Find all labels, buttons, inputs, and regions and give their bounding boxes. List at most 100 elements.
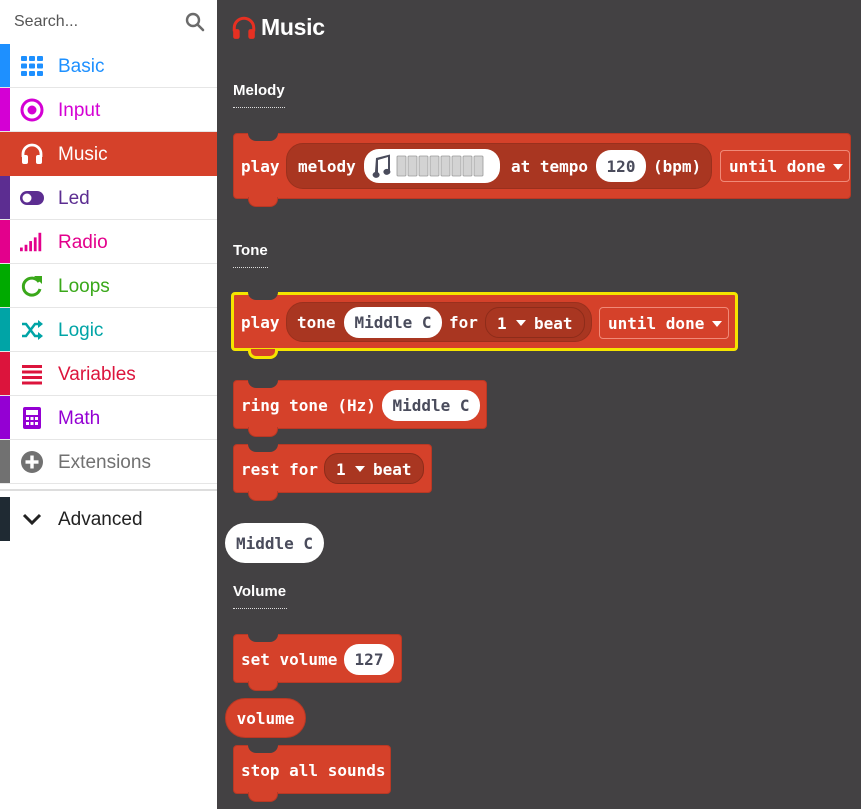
section-label-volume: Volume: [233, 583, 287, 609]
tone-slot: tone Middle C for 1 beat: [286, 302, 592, 342]
melody-mode-dropdown[interactable]: until done: [720, 150, 850, 182]
category-color-stripe: [0, 132, 10, 175]
block-label-bpm: (bpm): [653, 157, 702, 176]
stop-all-sounds-block[interactable]: stop all sounds: [233, 745, 391, 802]
signal-bars-icon: [20, 232, 42, 252]
category-label: Input: [58, 100, 101, 121]
block-notch: [248, 349, 278, 359]
section-label-text: Melody: [233, 82, 285, 99]
category-label: Radio: [58, 232, 108, 253]
category-advanced[interactable]: Advanced: [0, 497, 217, 541]
block-label-rest-for: rest for: [241, 460, 319, 479]
note-reporter-block[interactable]: Middle C: [225, 523, 324, 563]
category-color-stripe: [0, 220, 10, 263]
dropdown-label: until done: [608, 314, 705, 333]
toolbox-divider: [0, 489, 217, 491]
melody-editor-field[interactable]: [364, 149, 500, 183]
category-loops[interactable]: Loops: [0, 264, 217, 308]
category-logic[interactable]: Logic: [0, 308, 217, 352]
dropdown-label: until done: [729, 157, 826, 176]
section-label-tone: Tone: [233, 242, 268, 268]
dropdown-arrow-icon: [712, 321, 722, 327]
dropdown-value: 1: [336, 460, 346, 479]
block-notch: [248, 444, 278, 452]
category-math[interactable]: Math: [0, 396, 217, 440]
melody-editor-icon: [372, 154, 484, 178]
block-label-play: play: [241, 313, 280, 332]
category-extensions[interactable]: Extensions: [0, 440, 217, 484]
block-label-at-tempo: at tempo: [511, 157, 589, 176]
category-color-stripe: [0, 176, 10, 219]
tempo-input[interactable]: 120: [596, 150, 646, 182]
block-label-set-volume: set volume: [241, 650, 338, 669]
plus-circle-icon: [21, 451, 43, 473]
block-notch: [248, 491, 278, 501]
list-lines-icon: [22, 365, 42, 385]
tone-mode-dropdown[interactable]: until done: [599, 307, 729, 339]
section-label-text: Volume: [233, 583, 287, 600]
category-label: Advanced: [58, 509, 143, 530]
category-music[interactable]: Music: [0, 132, 217, 176]
volume-input[interactable]: 127: [344, 644, 394, 675]
category-color-stripe: [0, 264, 10, 307]
dropdown-arrow-icon: [355, 466, 365, 472]
block-label-melody: melody: [298, 157, 356, 176]
play-melody-block[interactable]: play melody at tempo 120 (bpm) until don…: [233, 133, 851, 207]
note-field[interactable]: Middle C: [344, 307, 442, 338]
headphones-icon: [21, 143, 43, 164]
section-underline: [233, 106, 285, 108]
category-color-stripe: [0, 497, 10, 541]
grid-icon: [21, 56, 43, 76]
search-icon[interactable]: [185, 12, 205, 32]
beat-dropdown[interactable]: 1 beat: [485, 307, 585, 338]
category-radio[interactable]: Radio: [0, 220, 217, 264]
headphones-icon: [232, 16, 256, 39]
category-color-stripe: [0, 440, 10, 483]
category-label: Loops: [58, 276, 110, 297]
volume-reporter-block[interactable]: volume: [225, 698, 306, 738]
melody-slot: melody at tempo 120 (bpm): [286, 143, 712, 189]
play-tone-block[interactable]: play tone Middle C for 1 beat until done: [231, 292, 738, 359]
dropdown-label: beat: [373, 460, 412, 479]
dropdown-arrow-icon: [833, 164, 843, 170]
category-label: Math: [58, 408, 101, 429]
block-notch: [248, 792, 278, 802]
category-variables[interactable]: Variables: [0, 352, 217, 396]
flyout-title: Music: [261, 14, 325, 40]
category-color-stripe: [0, 44, 10, 87]
search-box: [0, 0, 217, 44]
rest-for-block[interactable]: rest for 1 beat: [233, 444, 432, 501]
radio-target-icon: [20, 98, 44, 122]
dropdown-label: beat: [534, 314, 573, 333]
block-notch: [248, 681, 278, 691]
category-basic[interactable]: Basic: [0, 44, 217, 88]
section-label-melody: Melody: [233, 82, 285, 108]
ring-tone-block[interactable]: ring tone (Hz) Middle C: [233, 380, 487, 437]
category-input[interactable]: Input: [0, 88, 217, 132]
block-notch: [248, 133, 278, 141]
category-label: Variables: [58, 364, 136, 385]
category-label: Logic: [58, 320, 104, 341]
block-notch: [248, 292, 278, 300]
dropdown-value: 1: [497, 314, 507, 333]
block-notch: [248, 197, 278, 207]
block-notch: [248, 380, 278, 388]
chevron-down-icon: [22, 513, 42, 526]
category-color-stripe: [0, 352, 10, 395]
category-label: Led: [58, 188, 90, 209]
set-volume-block[interactable]: set volume 127: [233, 634, 402, 691]
category-label: Music: [58, 144, 108, 165]
beat-dropdown[interactable]: 1 beat: [324, 453, 424, 484]
category-led[interactable]: Led: [0, 176, 217, 220]
block-notch: [248, 634, 278, 642]
toolbox-sidebar: Basic Input Music Led: [0, 0, 217, 809]
dropdown-arrow-icon: [516, 320, 526, 326]
section-underline: [233, 266, 268, 268]
calculator-icon: [23, 407, 41, 429]
toggle-icon: [20, 191, 44, 205]
section-label-text: Tone: [233, 242, 268, 259]
note-field[interactable]: Middle C: [382, 390, 480, 421]
block-notch: [248, 427, 278, 437]
block-label-stop-all: stop all sounds: [241, 761, 386, 780]
flyout-header: Music: [231, 14, 325, 41]
